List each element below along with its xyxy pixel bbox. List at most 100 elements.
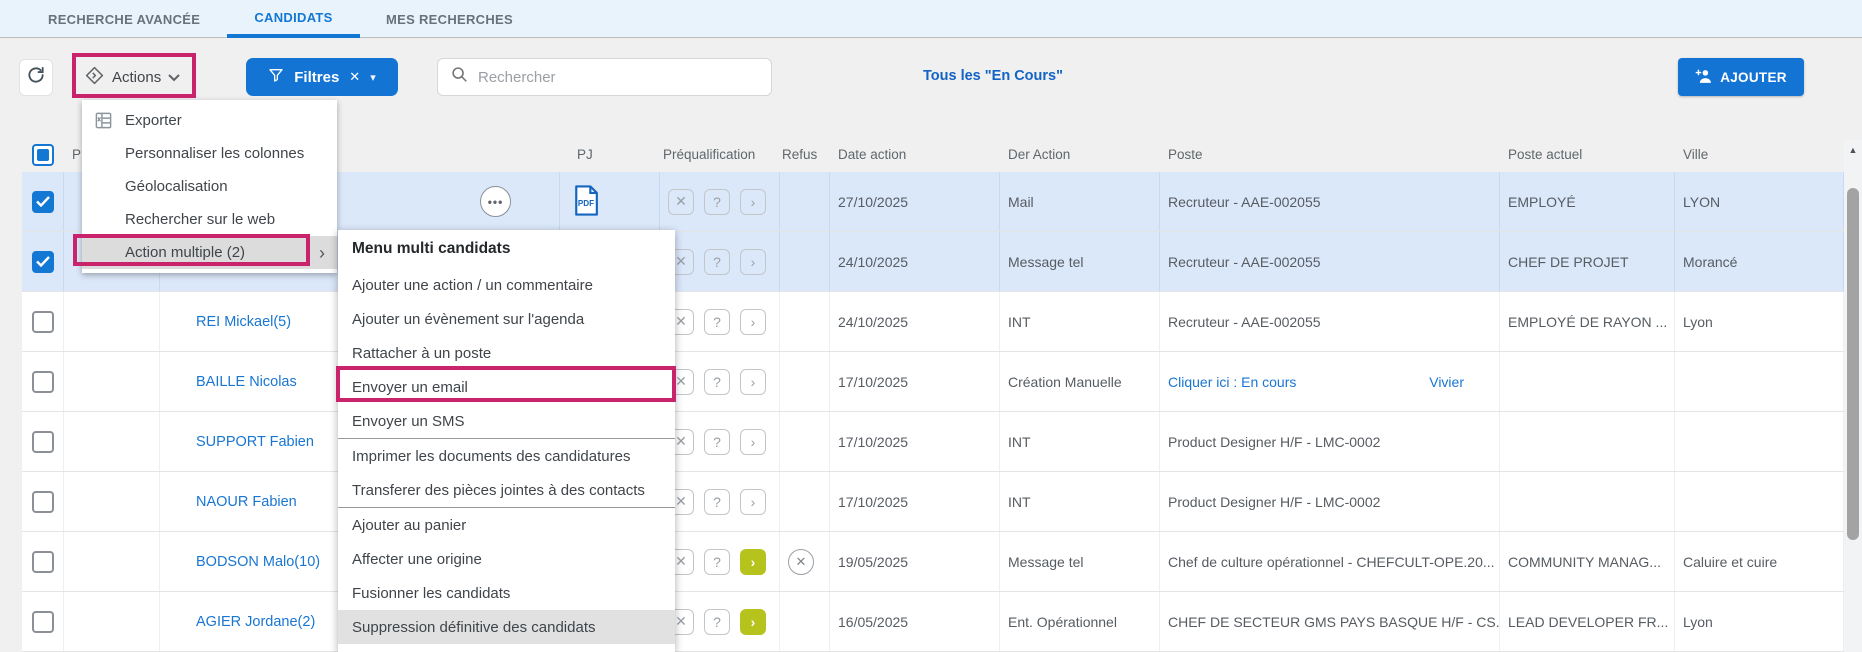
prequal-unknown-button[interactable]: ? (704, 549, 730, 575)
poste-status-link[interactable]: Cliquer ici : En cours (1168, 374, 1296, 390)
table-row[interactable]: BAILLE Nicolas ✕ ? › 17/10/2025 Création… (22, 352, 1844, 412)
pdf-attachment-icon[interactable]: PDF (573, 185, 599, 219)
clear-filter-icon[interactable]: ✕ (349, 69, 360, 85)
row-checkbox[interactable] (32, 251, 54, 273)
row-checkbox[interactable] (32, 311, 54, 333)
photo-cell (64, 292, 160, 351)
poste-cell: Cliquer ici : En cours Vivier (1160, 352, 1500, 411)
refus-cell (780, 472, 830, 531)
prequal-cell: ✕ ? › (660, 292, 780, 351)
tab-bar: RECHERCHE AVANCÉE CANDIDATS MES RECHERCH… (0, 0, 1862, 38)
col-header-poste[interactable]: Poste (1160, 147, 1500, 162)
submenu-item-imprimer-documents[interactable]: Imprimer les documents des candidatures (338, 439, 675, 473)
vivier-link[interactable]: Vivier (1429, 374, 1464, 390)
menu-item-rechercher-web[interactable]: Rechercher sur le web (82, 203, 337, 236)
select-all-checkbox[interactable] (32, 144, 54, 166)
menu-item-label: Exporter (125, 112, 182, 129)
date-action-cell: 24/10/2025 (830, 232, 1000, 291)
col-header-ville[interactable]: Ville (1675, 147, 1844, 162)
submenu-item-ajouter-action[interactable]: Ajouter une action / un commentaire (338, 268, 675, 302)
submenu-item-suppression-definitive[interactable]: Suppression définitive des candidats (338, 610, 675, 644)
menu-item-action-multiple[interactable]: Action multiple (2) › (82, 236, 337, 269)
actions-button[interactable]: Actions (84, 61, 180, 93)
row-checkbox[interactable] (32, 371, 54, 393)
poste-cell: Product Designer H/F - LMC-0002 (1160, 412, 1500, 471)
prequal-unknown-button[interactable]: ? (704, 249, 730, 275)
row-checkbox[interactable] (32, 491, 54, 513)
prequal-advance-button-active[interactable]: › (740, 549, 766, 575)
prequal-advance-button[interactable]: › (740, 429, 766, 455)
photo-cell (64, 412, 160, 471)
table-row[interactable]: AGIER Jordane(2) ✕ ? › 16/05/2025 Ent. O… (22, 592, 1844, 652)
tab-candidats[interactable]: CANDIDATS (227, 0, 360, 38)
submenu-item-fusionner-candidats[interactable]: Fusionner les candidats (338, 576, 675, 610)
submenu-item-envoyer-email[interactable]: Envoyer un email (338, 370, 675, 404)
prequal-advance-button-active[interactable]: › (740, 609, 766, 635)
filter-funnel-icon (268, 67, 284, 88)
row-checkbox[interactable] (32, 551, 54, 573)
table-row[interactable]: REI Mickael(5) ✕ ? › 24/10/2025 INT Recr… (22, 292, 1844, 352)
check-icon (36, 256, 50, 267)
menu-item-personnaliser-colonnes[interactable]: Personnaliser les colonnes (82, 137, 337, 170)
poste-cell: Recruteur - AAE-002055 (1160, 232, 1500, 291)
row-checkbox[interactable] (32, 191, 54, 213)
prequal-cell: ✕ ? › (660, 532, 780, 591)
tab-mes-recherches[interactable]: MES RECHERCHES (386, 0, 513, 38)
menu-item-label: Personnaliser les colonnes (125, 145, 304, 162)
poste-cell: CHEF DE SECTEUR GMS PAYS BASQUE H/F - CS… (1160, 592, 1500, 651)
filter-encours-link[interactable]: Tous les "En Cours" (923, 68, 1063, 84)
table-row[interactable]: BODSON Malo(10) ✕ ? › ✕ 19/05/2025 Messa… (22, 532, 1844, 592)
prequal-cell: ✕ ? › (660, 412, 780, 471)
row-checkbox[interactable] (32, 431, 54, 453)
submenu-item-affecter-origine[interactable]: Affecter une origine (338, 542, 675, 576)
prequal-unknown-button[interactable]: ? (704, 429, 730, 455)
search-input[interactable] (478, 69, 748, 86)
submenu-item-ajouter-panier[interactable]: Ajouter au panier (338, 508, 675, 542)
submenu-item-rattacher-poste[interactable]: Rattacher à un poste (338, 336, 675, 370)
menu-item-geolocalisation[interactable]: Géolocalisation (82, 170, 337, 203)
col-header-refus[interactable]: Refus (780, 147, 830, 162)
row-actions-ellipsis-icon[interactable]: ••• (480, 186, 511, 217)
table-row[interactable]: SUPPORT Fabien ✕ ? › 17/10/2025 INT Prod… (22, 412, 1844, 472)
col-header-der-action[interactable]: Der Action (1000, 147, 1160, 162)
col-header-prequalification[interactable]: Préqualification (660, 147, 780, 162)
prequal-reject-button[interactable]: ✕ (668, 189, 694, 215)
pj-cell: PDF (560, 172, 660, 231)
date-action-cell: 16/05/2025 (830, 592, 1000, 651)
submenu-item-transferer-pj[interactable]: Transferer des pièces jointes à des cont… (338, 473, 675, 507)
prequal-unknown-button[interactable]: ? (704, 609, 730, 635)
col-header-poste-actuel[interactable]: Poste actuel (1500, 147, 1675, 162)
prequal-cell: ✕ ? › (660, 352, 780, 411)
prequal-unknown-button[interactable]: ? (704, 369, 730, 395)
prequal-advance-button[interactable]: › (740, 369, 766, 395)
scroll-up-arrow[interactable]: ▲ (1844, 140, 1862, 160)
prequal-advance-button[interactable]: › (740, 189, 766, 215)
filtres-button[interactable]: Filtres ✕ ▾ (246, 58, 398, 96)
refresh-button[interactable] (19, 59, 53, 96)
submenu-item-envoyer-sms[interactable]: Envoyer un SMS (338, 404, 675, 438)
submenu-item-ajouter-evenement[interactable]: Ajouter un évènement sur l'agenda (338, 302, 675, 336)
filtres-caret-icon[interactable]: ▾ (370, 71, 376, 84)
prequal-unknown-button[interactable]: ? (704, 189, 730, 215)
col-header-pj[interactable]: PJ (560, 147, 660, 162)
refus-cell: ✕ (780, 532, 830, 591)
submenu-title: Menu multi candidats (338, 230, 675, 268)
prequal-unknown-button[interactable]: ? (704, 309, 730, 335)
table-row[interactable]: NAOUR Fabien ✕ ? › 17/10/2025 INT Produc… (22, 472, 1844, 532)
der-action-cell: Ent. Opérationnel (1000, 592, 1160, 651)
search-icon (451, 66, 468, 88)
ville-cell: Caluire et cuire (1675, 532, 1844, 591)
svg-text:PDF: PDF (578, 198, 594, 207)
prequal-advance-button[interactable]: › (740, 489, 766, 515)
col-header-date-action[interactable]: Date action (830, 147, 1000, 162)
menu-item-exporter[interactable]: Exporter (82, 104, 337, 137)
prequal-advance-button[interactable]: › (740, 309, 766, 335)
scrollbar-thumb[interactable] (1847, 188, 1859, 540)
ajouter-button[interactable]: AJOUTER (1678, 58, 1804, 96)
date-action-cell: 27/10/2025 (830, 172, 1000, 231)
prequal-unknown-button[interactable]: ? (704, 489, 730, 515)
actions-label: Actions (112, 69, 161, 86)
row-checkbox[interactable] (32, 611, 54, 633)
tab-recherche-avancee[interactable]: RECHERCHE AVANCÉE (48, 0, 200, 38)
prequal-advance-button[interactable]: › (740, 249, 766, 275)
